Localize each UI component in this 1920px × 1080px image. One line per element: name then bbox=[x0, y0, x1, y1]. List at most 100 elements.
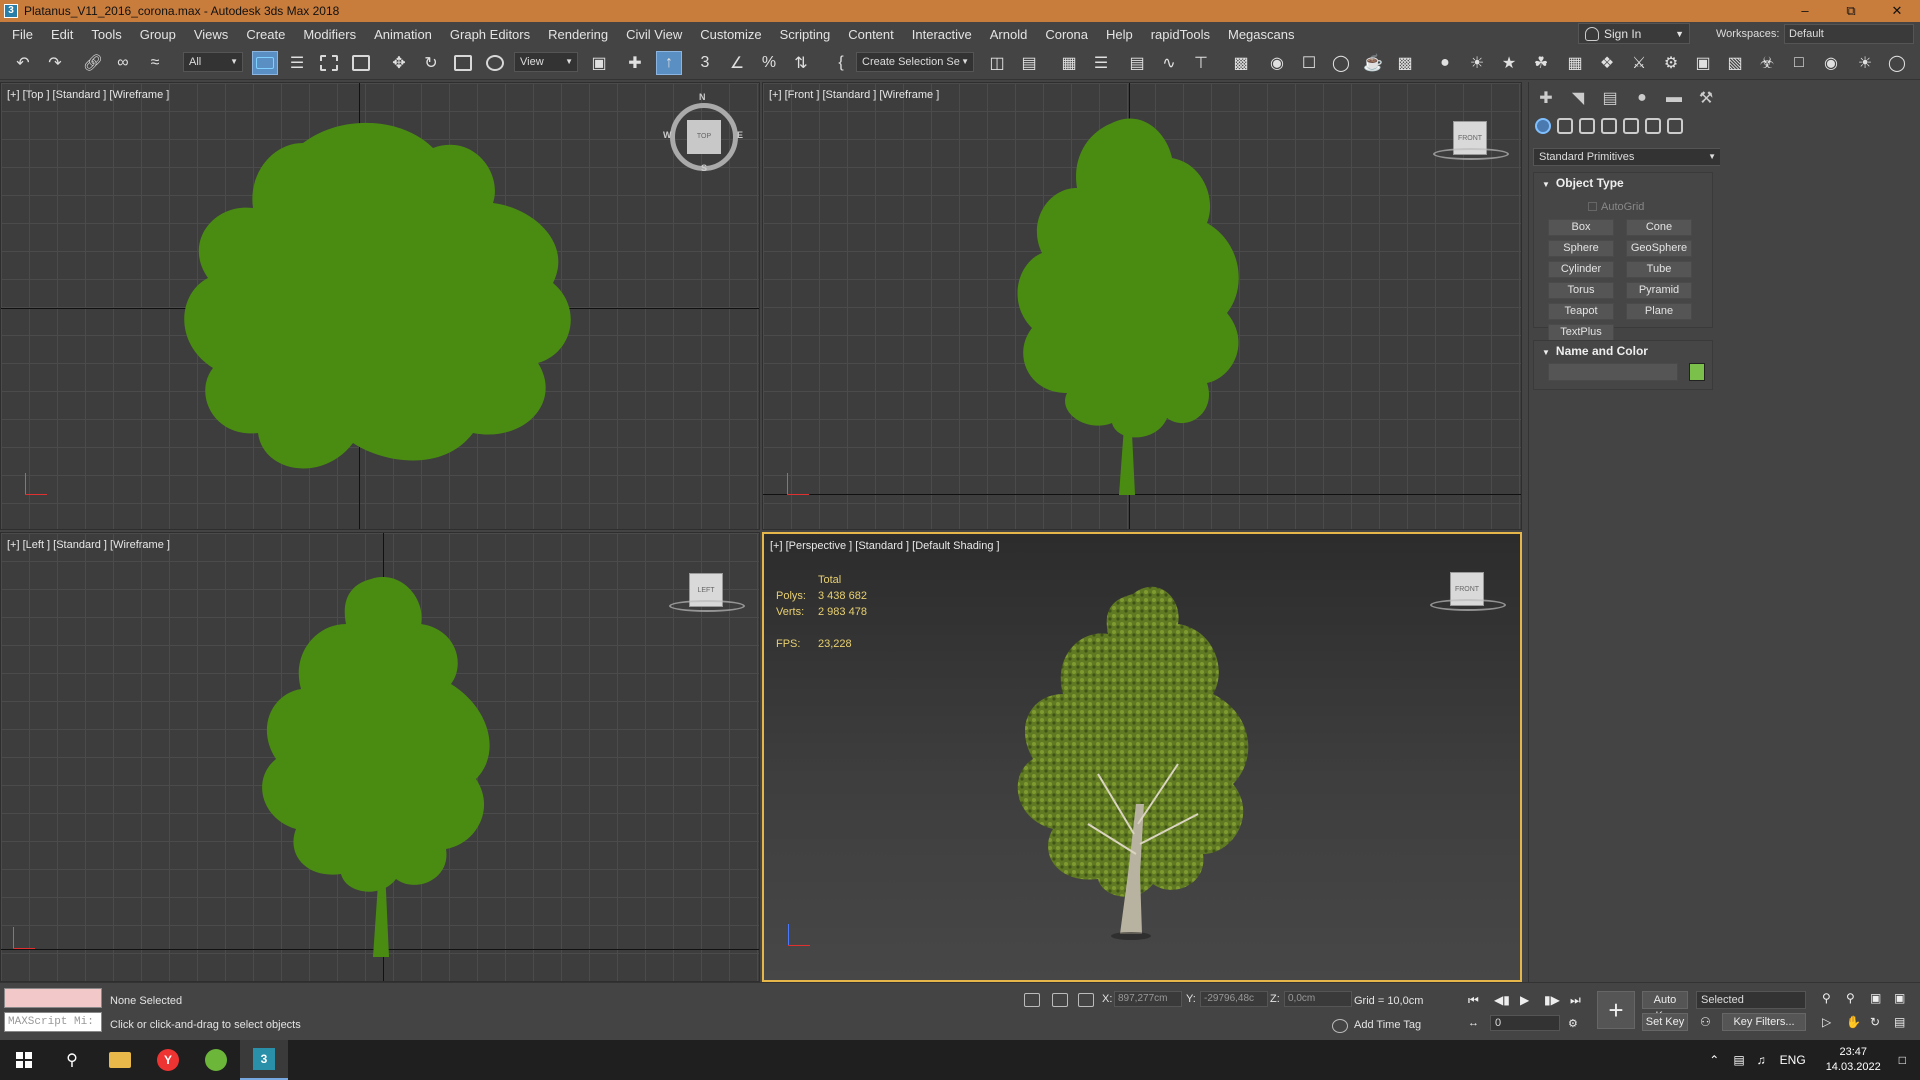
dope-sheet-icon[interactable]: ⊤ bbox=[1188, 51, 1214, 75]
window-crossing-icon[interactable] bbox=[348, 51, 374, 75]
menu-views[interactable]: Views bbox=[185, 27, 237, 42]
corona-light-icon[interactable]: ★ bbox=[1496, 51, 1522, 75]
app-icon[interactable]: 3 bbox=[4, 4, 18, 18]
menu-rendering[interactable]: Rendering bbox=[539, 27, 617, 42]
viewcube-compass[interactable]: TOP N S E W bbox=[663, 92, 743, 173]
select-manipulate-icon[interactable]: ✚ bbox=[622, 51, 648, 75]
render-production-icon[interactable]: ☕ bbox=[1360, 51, 1386, 75]
curve-editor-icon[interactable]: ∿ bbox=[1156, 51, 1182, 75]
corona-camera-icon[interactable]: ▧ bbox=[1722, 51, 1748, 75]
undo-icon[interactable]: ↶ bbox=[10, 51, 36, 75]
percent-snap-icon[interactable]: % bbox=[756, 51, 782, 75]
menu-animation[interactable]: Animation bbox=[365, 27, 441, 42]
motion-tab-icon[interactable]: ● bbox=[1631, 88, 1653, 108]
tube-button[interactable]: Tube bbox=[1626, 261, 1692, 278]
menu-content[interactable]: Content bbox=[839, 27, 903, 42]
sun-icon[interactable]: ☀ bbox=[1464, 51, 1490, 75]
systems-icon[interactable] bbox=[1667, 118, 1683, 134]
cylinder-button[interactable]: Cylinder bbox=[1548, 261, 1614, 278]
corona-converter-icon[interactable]: ❖ bbox=[1594, 51, 1620, 75]
tree-left-view[interactable] bbox=[251, 569, 511, 957]
rect-selection-icon[interactable] bbox=[316, 51, 342, 75]
select-object-icon[interactable] bbox=[252, 51, 278, 75]
viewcube-ring[interactable] bbox=[1433, 148, 1509, 160]
select-by-name-icon[interactable]: ☰ bbox=[284, 51, 310, 75]
corona-distance-icon[interactable]: □ bbox=[1786, 51, 1812, 75]
utorrent-icon[interactable] bbox=[192, 1040, 240, 1080]
current-frame-field[interactable]: 0 bbox=[1490, 1015, 1560, 1031]
search-icon[interactable]: ⚲ bbox=[48, 1040, 96, 1080]
geometry-icon[interactable] bbox=[1535, 118, 1551, 134]
viewport-label-front[interactable]: [+] [Front ] [Standard ] [Wireframe ] bbox=[769, 89, 939, 101]
3dsmax-taskbar-icon[interactable]: 3 bbox=[240, 1040, 288, 1080]
z-coord-field[interactable]: 0,0cm bbox=[1284, 991, 1352, 1007]
menu-customize[interactable]: Customize bbox=[691, 27, 770, 42]
menu-modifiers[interactable]: Modifiers bbox=[294, 27, 365, 42]
menu-edit[interactable]: Edit bbox=[42, 27, 82, 42]
tree-perspective-view[interactable] bbox=[1008, 574, 1268, 954]
add-time-tag[interactable]: Add Time Tag bbox=[1354, 1019, 1421, 1031]
tray-chevron-icon[interactable]: ⌃ bbox=[1709, 1053, 1719, 1067]
place-icon[interactable] bbox=[482, 51, 508, 75]
scale-icon[interactable] bbox=[450, 51, 476, 75]
unlink-icon[interactable]: ∞ bbox=[110, 51, 136, 75]
rotate-icon[interactable]: ↻ bbox=[418, 51, 444, 75]
snaps-toggle-icon[interactable]: 3 bbox=[692, 51, 718, 75]
textplus-button[interactable]: TextPlus bbox=[1548, 324, 1614, 341]
menu-megascans[interactable]: Megascans bbox=[1219, 27, 1303, 42]
clock[interactable]: 23:47 14.03.2022 bbox=[1826, 1045, 1881, 1075]
field-of-view-icon[interactable]: ▷ bbox=[1822, 1015, 1831, 1029]
link-icon[interactable]: 🔗︎ bbox=[80, 51, 106, 75]
torus-button[interactable]: Torus bbox=[1548, 282, 1614, 299]
teapot-button[interactable]: Teapot bbox=[1548, 303, 1614, 320]
restore-icon[interactable]: ⧉ bbox=[1828, 0, 1874, 22]
align-icon[interactable]: ▤ bbox=[1016, 51, 1042, 75]
ref-coord-dropdown[interactable]: View ▼ bbox=[514, 52, 578, 72]
bind-spacewarp-icon[interactable]: ≈ bbox=[142, 51, 168, 75]
selection-lock-icon[interactable] bbox=[1052, 993, 1068, 1007]
shapes-icon[interactable] bbox=[1557, 118, 1573, 134]
x-coord-field[interactable]: 897,277cm bbox=[1114, 991, 1182, 1007]
key-mode-toggle-icon[interactable]: ↔ bbox=[1468, 1017, 1479, 1029]
viewcube-ring[interactable] bbox=[1430, 599, 1506, 611]
arnold-light-icon[interactable]: ● bbox=[1432, 51, 1458, 75]
schematic-view-icon[interactable]: ▩ bbox=[1228, 51, 1254, 75]
menu-create[interactable]: Create bbox=[237, 27, 294, 42]
material-editor-icon[interactable]: ◉ bbox=[1264, 51, 1290, 75]
move-icon[interactable]: ✥ bbox=[386, 51, 412, 75]
maxscript-mini-listener[interactable]: MAXScript Mi: bbox=[4, 1012, 102, 1032]
autogrid-checkbox[interactable]: AutoGrid bbox=[1588, 201, 1644, 213]
menu-rapidtools[interactable]: rapidTools bbox=[1142, 27, 1219, 42]
edit-named-sets-icon[interactable]: { bbox=[828, 51, 854, 75]
redo-icon[interactable]: ↷ bbox=[42, 51, 68, 75]
zoom-icon[interactable]: ⚲ bbox=[1822, 991, 1831, 1005]
maxscript-listener-output[interactable] bbox=[4, 988, 102, 1008]
volume-icon[interactable]: ♫ bbox=[1757, 1053, 1766, 1067]
create-tab-icon[interactable]: ✚ bbox=[1535, 88, 1557, 108]
auto-key-button[interactable]: Auto Key bbox=[1642, 991, 1688, 1022]
cone-button[interactable]: Cone bbox=[1626, 219, 1692, 236]
viewcube-ring[interactable] bbox=[669, 600, 745, 612]
set-keys-filter-icon[interactable]: ⚇ bbox=[1700, 1015, 1711, 1029]
menu-tools[interactable]: Tools bbox=[82, 27, 130, 42]
menu-group[interactable]: Group bbox=[131, 27, 185, 42]
frame-buffer-icon[interactable]: ▦ bbox=[1562, 51, 1588, 75]
orbit-icon[interactable]: ↻ bbox=[1870, 1015, 1880, 1029]
viewport-front[interactable]: FRONT [+] [Front ] [Standard ] [Wirefram… bbox=[762, 82, 1522, 530]
menu-graph-editors[interactable]: Graph Editors bbox=[441, 27, 539, 42]
menu-file[interactable]: File bbox=[0, 27, 42, 42]
corona-interactive-lightmix-icon[interactable]: ☀ bbox=[1852, 51, 1878, 75]
corona-proxy-icon[interactable]: ☘ bbox=[1528, 51, 1554, 75]
menu-interactive[interactable]: Interactive bbox=[903, 27, 981, 42]
selection-filter-dropdown[interactable]: All ▼ bbox=[183, 52, 243, 72]
go-to-start-icon[interactable]: ⏮ bbox=[1468, 993, 1479, 1008]
spacewarps-icon[interactable] bbox=[1645, 118, 1661, 134]
previous-frame-icon[interactable]: ◀▮ bbox=[1494, 993, 1510, 1007]
display-tab-icon[interactable]: ▬ bbox=[1663, 88, 1685, 108]
mirror-icon[interactable]: ◫ bbox=[984, 51, 1010, 75]
lights-icon[interactable] bbox=[1579, 118, 1595, 134]
notifications-icon[interactable]: □ bbox=[1899, 1053, 1906, 1067]
corona-settings-icon[interactable]: ☣ bbox=[1754, 51, 1780, 75]
scatter-icon[interactable]: ⚔ bbox=[1626, 51, 1652, 75]
name-and-color-header[interactable]: ▼ Name and Color bbox=[1534, 341, 1712, 361]
